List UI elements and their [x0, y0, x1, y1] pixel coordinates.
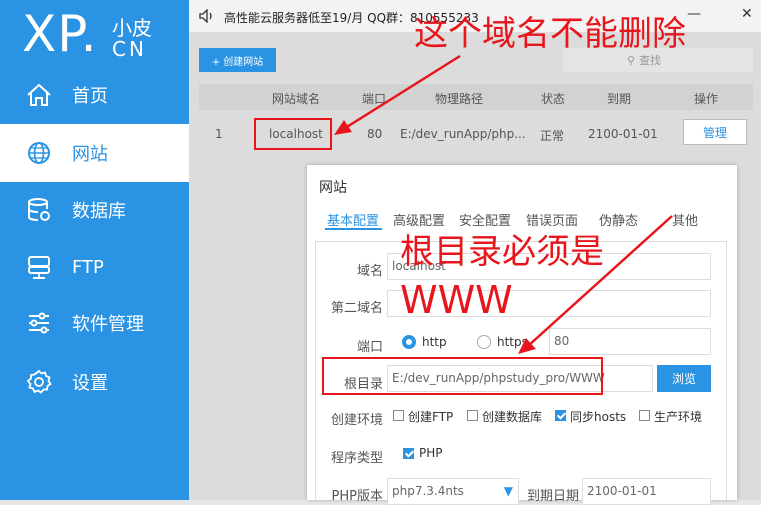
- chevron-down-icon: ▼: [503, 484, 513, 498]
- sidebar-item-label: 首页: [72, 86, 108, 107]
- row-port: 80: [367, 127, 383, 141]
- row-expire: 2100-01-01: [588, 127, 658, 141]
- php-checkbox-label: PHP: [419, 446, 443, 460]
- annotation-box-root: [322, 357, 603, 395]
- port-input[interactable]: 80: [549, 328, 711, 355]
- sidebar-item-label: 网站: [72, 144, 108, 165]
- sync-hosts-label: 同步hosts: [570, 410, 627, 424]
- logo-cn-bottom: CN: [112, 37, 147, 61]
- minimize-button[interactable]: —: [687, 6, 701, 22]
- tab-basic[interactable]: 基本配置: [327, 210, 379, 229]
- database-icon: [28, 198, 50, 221]
- create-ftp-checkbox[interactable]: [393, 410, 404, 421]
- annotation-text-middle-1: 根目录必须是: [400, 232, 604, 272]
- tab-other[interactable]: 其他: [672, 210, 698, 229]
- environment-label: 创建环境: [330, 413, 383, 428]
- https-radio[interactable]: [477, 335, 491, 349]
- production-checkbox[interactable]: [639, 410, 650, 421]
- sidebar-item-label: 数据库: [72, 201, 126, 222]
- sidebar-item-database[interactable]: 数据库: [0, 181, 189, 239]
- sidebar-item-website[interactable]: 网站: [0, 124, 189, 182]
- dialog-title: 网站: [319, 180, 347, 196]
- annotation-box-domain: [254, 118, 332, 150]
- speaker-icon: [199, 9, 212, 23]
- row-status: 正常: [540, 129, 565, 143]
- create-website-button[interactable]: + 创建网站: [199, 48, 276, 72]
- row-index: 1: [215, 127, 223, 141]
- production-label: 生产环境: [654, 410, 703, 424]
- column-header-status: 状态: [541, 92, 566, 106]
- table-header: 网站域名 端口 物理路径 状态 到期 操作: [199, 84, 753, 110]
- sidebar-item-ftp[interactable]: FTP: [0, 238, 189, 296]
- php-version-label: PHP版本: [331, 489, 383, 504]
- globe-icon: [28, 142, 50, 164]
- php-version-select[interactable]: php7.3.4nts ▼: [387, 478, 519, 505]
- sidebar-item-home[interactable]: 首页: [0, 66, 189, 124]
- sidebar-item-software[interactable]: 软件管理: [0, 294, 189, 352]
- column-header-domain: 网站域名: [272, 92, 321, 106]
- home-icon: [27, 83, 51, 106]
- logo-xp: XP.: [22, 5, 98, 63]
- sidebar-item-label: 软件管理: [72, 314, 144, 335]
- program-type-label: 程序类型: [330, 451, 383, 466]
- annotation-text-middle-2: WWW: [400, 278, 513, 322]
- http-radio[interactable]: [402, 335, 416, 349]
- domain-label: 域名: [356, 264, 383, 279]
- sidebar-item-settings[interactable]: 设置: [0, 353, 189, 411]
- php-checkbox[interactable]: [403, 448, 414, 459]
- annotation-text-top: 这个域名不能删除: [414, 14, 686, 54]
- sidebar-item-label: FTP: [72, 256, 104, 278]
- logo: XP. 小皮 CN: [22, 4, 182, 66]
- manage-button[interactable]: 管理: [683, 119, 747, 145]
- row-path: E:/dev_runApp/php...: [400, 127, 526, 141]
- sidebar: XP. 小皮 CN 首页 网站 数据库 FTP 软件管理 设置: [0, 0, 189, 500]
- sliders-icon: [29, 312, 49, 334]
- column-header-expire: 到期: [607, 92, 632, 106]
- create-db-checkbox[interactable]: [467, 410, 478, 421]
- second-domain-label: 第二域名: [330, 301, 383, 316]
- close-button[interactable]: ✕: [741, 6, 753, 22]
- http-radio-label: http: [422, 335, 447, 349]
- create-ftp-label: 创建FTP: [408, 410, 454, 424]
- sidebar-item-label: 设置: [72, 373, 108, 394]
- https-radio-label: https: [497, 335, 528, 349]
- expire-date-input[interactable]: 2100-01-01: [582, 478, 711, 505]
- column-header-port: 端口: [362, 92, 387, 106]
- search-icon: ⚲: [627, 53, 636, 67]
- active-tab-indicator: [325, 228, 382, 230]
- gear-icon: [26, 369, 52, 394]
- php-version-value: php7.3.4nts: [392, 484, 464, 498]
- website-dialog: 网站 基本配置 高级配置 安全配置 错误页面 伪静态 其他 域名 localho…: [307, 165, 737, 505]
- browse-button[interactable]: 浏览: [657, 365, 711, 392]
- tab-rewrite[interactable]: 伪静态: [599, 210, 638, 229]
- server-icon: [28, 256, 50, 279]
- expire-date-label: 到期日期: [526, 489, 579, 504]
- create-db-label: 创建数据库: [482, 410, 543, 424]
- sync-hosts-checkbox[interactable]: [555, 410, 566, 421]
- column-header-action: 操作: [694, 92, 719, 106]
- port-label: 端口: [356, 340, 383, 355]
- column-header-path: 物理路径: [435, 92, 484, 106]
